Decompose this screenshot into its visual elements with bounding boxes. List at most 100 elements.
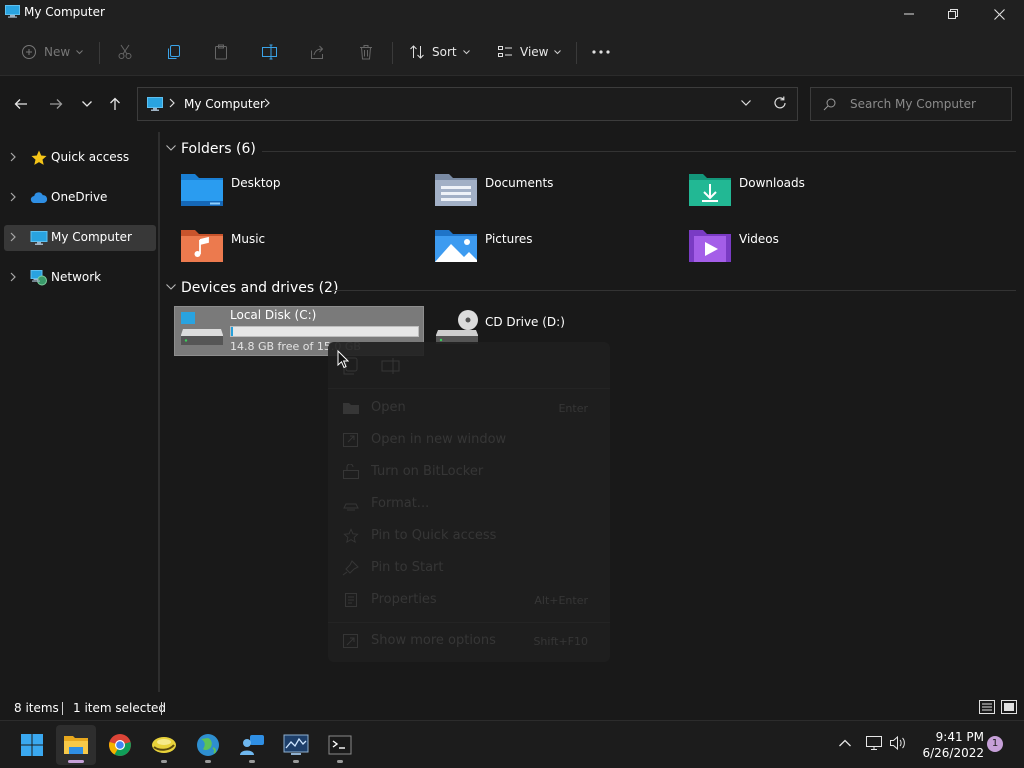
taskbar-terminal[interactable] — [320, 725, 360, 765]
context-menu-item-bitlocker[interactable]: Turn on BitLocker — [342, 460, 602, 484]
delete-icon — [360, 45, 372, 60]
folder-downloads[interactable]: Downloads — [688, 170, 928, 214]
rename-button[interactable] — [261, 38, 278, 66]
chevron-right-icon[interactable] — [10, 272, 16, 282]
minimize-icon — [904, 13, 914, 15]
sidebar-item-onedrive[interactable]: OneDrive — [4, 185, 156, 211]
drives-group-header[interactable]: Devices and drives (2) — [166, 280, 1016, 300]
minimize-button[interactable] — [886, 0, 932, 28]
mouse-cursor-icon — [337, 350, 349, 369]
chevron-right-icon[interactable] — [264, 98, 270, 108]
sidebar-item-network[interactable]: Network — [4, 265, 156, 291]
context-menu-item-format[interactable]: Format... — [342, 492, 602, 516]
large-icons-view-icon[interactable] — [1000, 699, 1018, 715]
view-icon — [498, 46, 512, 57]
menu-item-label: Pin to Quick access — [371, 528, 497, 543]
running-indicator — [293, 760, 299, 763]
running-indicator — [337, 760, 343, 763]
sort-button[interactable]: Sort — [409, 38, 470, 66]
taskbar-people[interactable] — [232, 725, 272, 765]
breadcrumb-my-computer[interactable]: My Computer — [184, 97, 265, 111]
restore-button[interactable] — [930, 0, 976, 28]
address-bar[interactable]: My Computer — [137, 87, 798, 121]
share-button[interactable] — [309, 38, 325, 66]
item-count: 8 items — [14, 701, 59, 715]
folder-documents[interactable]: Documents — [434, 170, 674, 214]
folder-label: Pictures — [485, 232, 533, 246]
copy-button[interactable] — [166, 38, 182, 66]
folder-label: Documents — [485, 176, 554, 190]
chevron-down-icon — [462, 49, 470, 54]
close-icon — [993, 8, 1005, 20]
hard-drive-icon — [181, 312, 223, 345]
context-menu-item-pin-start[interactable]: Pin to Start — [342, 556, 602, 580]
delete-button[interactable] — [358, 38, 374, 66]
globe-icon — [197, 734, 219, 756]
folders-group-header[interactable]: Folders (6) — [166, 141, 1016, 161]
rename-icon[interactable] — [380, 356, 402, 376]
sidebar-item-my-computer[interactable]: My Computer — [4, 225, 156, 251]
downloads-folder-icon — [689, 174, 731, 206]
arrow-left-icon — [14, 99, 27, 109]
music-folder-icon — [181, 230, 223, 262]
search-box[interactable] — [810, 87, 1012, 121]
people-icon — [240, 735, 264, 755]
forward-button[interactable] — [44, 92, 68, 116]
more-options-button[interactable] — [592, 38, 610, 66]
pane-splitter[interactable] — [158, 132, 160, 692]
taskbar-clock[interactable]: 9:41 PM 6/26/2022 — [912, 729, 984, 761]
paste-button[interactable] — [213, 38, 229, 66]
start-button[interactable] — [12, 725, 52, 765]
new-button[interactable]: New — [21, 38, 84, 66]
back-button[interactable] — [9, 92, 33, 116]
taskbar-monitor[interactable] — [276, 725, 316, 765]
folder-music[interactable]: Music — [180, 226, 420, 270]
menu-separator — [328, 622, 610, 623]
chevron-down-icon — [76, 49, 84, 54]
clock-date: 6/26/2022 — [922, 746, 984, 760]
cut-button[interactable] — [117, 38, 133, 66]
taskbar-file-explorer[interactable] — [56, 725, 96, 765]
context-menu-item-pin-quick-access[interactable]: Pin to Quick access — [342, 524, 602, 548]
folder-videos[interactable]: Videos — [688, 226, 928, 270]
taskbar-globe[interactable] — [188, 725, 228, 765]
chevron-down-icon[interactable] — [741, 100, 751, 106]
notification-badge[interactable]: 1 — [987, 736, 1003, 752]
chevron-right-icon[interactable] — [10, 232, 16, 242]
bitlocker-icon — [343, 464, 359, 479]
volume-icon[interactable] — [889, 735, 907, 751]
search-input[interactable] — [850, 96, 1000, 112]
terminal-icon — [328, 735, 352, 755]
context-menu-item-open[interactable]: Open Enter — [342, 396, 602, 420]
menu-item-shortcut: Enter — [558, 402, 588, 415]
context-menu-item-open-new-window[interactable]: Open in new window — [342, 428, 602, 452]
details-view-icon[interactable] — [978, 699, 996, 715]
drive-usage-bar — [230, 326, 419, 337]
sort-label: Sort — [432, 45, 457, 59]
new-window-icon — [343, 433, 358, 447]
refresh-icon[interactable] — [773, 96, 787, 110]
chevron-right-icon[interactable] — [10, 152, 16, 162]
folder-desktop[interactable]: Desktop — [180, 170, 420, 214]
chevron-right-icon[interactable] — [10, 192, 16, 202]
view-button[interactable]: View — [497, 38, 562, 66]
folder-pictures[interactable]: Pictures — [434, 226, 674, 270]
context-menu-item-show-more[interactable]: Show more options Shift+F10 — [342, 629, 602, 653]
sort-icon — [410, 45, 424, 59]
close-button[interactable] — [976, 0, 1022, 28]
chevron-up-icon[interactable] — [839, 739, 851, 747]
view-label: View — [520, 45, 549, 59]
recent-locations-button[interactable] — [75, 92, 99, 116]
network-status-icon[interactable] — [865, 735, 883, 751]
pictures-folder-icon — [435, 230, 477, 262]
sidebar-item-quick-access[interactable]: Quick access — [4, 145, 156, 171]
chart-icon — [283, 734, 309, 755]
folder-label: Downloads — [739, 176, 805, 190]
format-icon — [343, 503, 359, 511]
context-menu-item-properties[interactable]: Properties Alt+Enter — [342, 588, 602, 612]
taskbar-app[interactable] — [144, 725, 184, 765]
up-button[interactable] — [103, 92, 127, 116]
taskbar-chrome[interactable] — [100, 725, 140, 765]
videos-folder-icon — [689, 230, 731, 262]
sidebar-item-label: Network — [51, 270, 102, 284]
